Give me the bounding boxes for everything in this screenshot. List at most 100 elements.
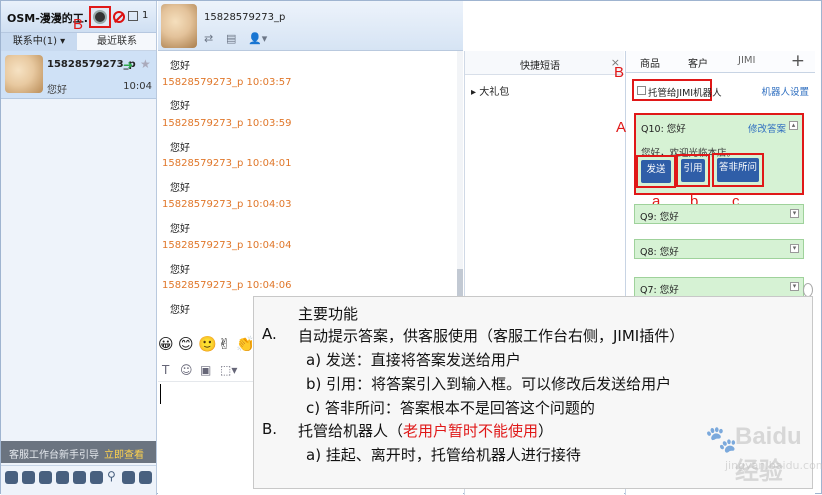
message-count: 1 — [142, 10, 149, 21]
transfer-icon[interactable]: ⇄ — [204, 32, 213, 45]
qa-question: Q9: 您好 — [640, 212, 679, 223]
expand-icon[interactable]: ▾ — [790, 282, 799, 291]
quote-button[interactable]: 引用 — [681, 159, 705, 182]
robot-hosting-option[interactable]: 托管给JIMI机器人 — [632, 79, 722, 101]
text-format-icon[interactable]: T — [162, 363, 169, 377]
search-icon[interactable]: ⚲ — [107, 469, 120, 483]
screenshot-icon[interactable]: ⬚▾ — [220, 363, 237, 377]
expand-icon[interactable]: ▾ — [790, 209, 799, 218]
annotation-mark-b-top: B — [73, 16, 84, 33]
emoji-shy-icon[interactable]: 😊 — [178, 335, 194, 353]
message-time: 10:04:01 — [246, 158, 292, 169]
quick-phrase-group[interactable]: ▸ 大礼包 — [471, 83, 509, 98]
history-icon[interactable]: ▤ — [226, 32, 236, 45]
scroll-indicator[interactable] — [803, 283, 813, 297]
star-icon[interactable]: ★ — [140, 57, 151, 71]
plugin-bug-icon[interactable] — [89, 6, 111, 28]
transfer-arrow-icon[interactable]: ➜ — [123, 58, 133, 72]
note-b1: a) 挂起、离开时，托管给机器人进行接待 — [306, 446, 581, 464]
baidu-watermark: 🐾 Baidu经验 jingyan.baidu.com — [705, 419, 822, 485]
message-sender: 15828579273_p 10:04:06 — [162, 280, 291, 291]
message-time: 10:04:03 — [246, 199, 292, 210]
note-b-text: 托管给机器人（ — [298, 422, 404, 440]
message-text: 您好 — [170, 101, 190, 112]
message-text: 您好 — [170, 183, 190, 194]
quote-frame: 引用 — [676, 154, 710, 187]
message-time: 10:04:06 — [246, 280, 292, 291]
message-icon[interactable] — [128, 11, 138, 21]
chat-contact-name: 15828579273_p — [204, 12, 286, 23]
send-button[interactable]: 发送 — [641, 160, 671, 183]
left-toolbar: ⚲ — [1, 465, 156, 491]
message-sender: 15828579273_p 10:04:01 — [162, 158, 291, 169]
chat-header: 15828579273_p ⇄ ▤ 👤▾ — [158, 1, 463, 51]
tool-6-icon[interactable] — [90, 471, 103, 484]
user-icon[interactable]: 👤▾ — [248, 32, 267, 45]
collapse-icon[interactable]: ▴ — [789, 121, 798, 130]
message-text: 您好 — [170, 224, 190, 235]
message-text: 您好 — [170, 61, 190, 72]
contacts-panel: OSM-漫漫的工... B 1 联系中(1) ▾ 最近联系 1582857927… — [1, 1, 157, 495]
guide-text: 客服工作台新手引导 — [9, 450, 99, 461]
image-icon[interactable]: ▣ — [200, 363, 211, 377]
message-sender: 15828579273_p 10:04:03 — [162, 199, 291, 210]
message-sender-name: 15828579273_p — [162, 118, 244, 129]
chat-scrollbar[interactable] — [457, 51, 463, 323]
emoji-hands-icon[interactable]: 👏 — [236, 335, 255, 353]
message-sender-name: 15828579273_p — [162, 240, 244, 251]
edit-answer-link[interactable]: 修改答案 — [748, 121, 786, 135]
quick-phrase-label: 大礼包 — [479, 87, 510, 98]
tab-jimi[interactable]: JIMI — [738, 55, 755, 66]
message-sender: 15828579273_p 10:04:04 — [162, 240, 291, 251]
contact-item[interactable]: 15828579273_p ➜ ★ 您好 10:04 — [1, 51, 156, 99]
contact-time: 10:04 — [123, 81, 152, 92]
qa-item-q7[interactable]: Q7: 您好 ▾ — [634, 277, 804, 297]
wrong-answer-frame: 答非所问 — [712, 153, 764, 187]
tab-contacting-label: 联系中(1) — [12, 36, 57, 47]
note-a1: a) 发送：直接将答案发送给用户 — [306, 351, 521, 369]
block-icon[interactable] — [113, 11, 125, 23]
tab-products[interactable]: 商品 — [640, 55, 660, 70]
tool-2-icon[interactable] — [22, 471, 35, 484]
annotation-mark-b: B — [614, 64, 625, 81]
emoji-grin-icon[interactable]: 😀 — [158, 335, 174, 353]
tool-8-icon[interactable] — [122, 471, 135, 484]
emoji-smile-icon[interactable]: 🙂 — [198, 335, 217, 353]
text-caret — [160, 384, 161, 404]
tool-5-icon[interactable] — [73, 471, 86, 484]
annotation-mark-a: A — [616, 119, 627, 136]
tool-9-icon[interactable] — [139, 471, 152, 484]
robot-checkbox[interactable] — [637, 86, 646, 95]
note-b-warning: 老用户暂时不能使用 — [403, 422, 539, 440]
note-a-text: 自动提示答案，供客服使用（客服工作台右侧，JIMI插件） — [298, 327, 685, 345]
wrong-answer-button[interactable]: 答非所问 — [717, 158, 759, 182]
tool-4-icon[interactable] — [56, 471, 69, 484]
message-sender-name: 15828579273_p — [162, 280, 244, 291]
quick-phrases-header: 快捷短语 × — [465, 51, 624, 75]
guide-link[interactable]: 立即查看 — [104, 446, 144, 461]
add-tab-icon[interactable]: + — [791, 51, 805, 71]
tab-contacting[interactable]: 联系中(1) ▾ — [1, 33, 77, 51]
tool-3-icon[interactable] — [39, 471, 52, 484]
qa-item-q9[interactable]: Q9: 您好 ▾ — [634, 204, 804, 224]
note-b-close: ） — [538, 422, 554, 440]
emoji-victory-icon[interactable]: ✌ — [218, 335, 231, 353]
tool-1-icon[interactable] — [5, 471, 18, 484]
qa-question: Q7: 您好 — [640, 285, 679, 296]
expand-icon[interactable]: ▾ — [790, 244, 799, 253]
tab-recent[interactable]: 最近联系 — [79, 33, 155, 51]
qa-item-q10: Q10: 您好 修改答案 ▴ 您好，欢迎光临本店。 发送 引用 答非所问 — [634, 113, 804, 195]
message-sender-name: 15828579273_p — [162, 77, 244, 88]
qa-item-q8[interactable]: Q8: 您好 ▾ — [634, 239, 804, 259]
emoji-icon[interactable]: ☺ — [180, 363, 193, 377]
paw-logo-icon: 🐾 — [705, 425, 738, 455]
message-sender: 15828579273_p 10:03:59 — [162, 118, 291, 129]
message-sender-name: 15828579273_p — [162, 158, 244, 169]
right-tabs: 商品 客户 JIMI + — [626, 51, 815, 73]
watermark-text: Baidu经验 — [735, 423, 802, 485]
message-text: 您好 — [170, 305, 190, 316]
robot-settings-link[interactable]: 机器人设置 — [761, 84, 809, 98]
tab-customer[interactable]: 客户 — [688, 55, 708, 70]
avatar — [5, 55, 43, 93]
qa-question: Q10: 您好 — [641, 124, 686, 135]
